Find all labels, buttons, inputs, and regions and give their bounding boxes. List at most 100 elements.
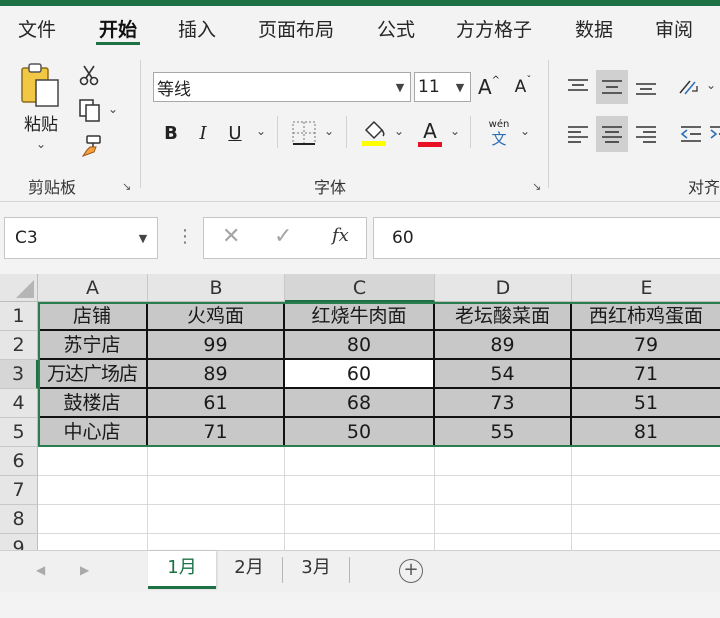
cell-d2[interactable]: 89 [435, 331, 572, 360]
column-header-b[interactable]: B [148, 274, 285, 302]
scroll-sheets-right-icon[interactable]: ▶ [80, 563, 89, 577]
formula-input[interactable]: 60 [373, 217, 720, 259]
align-bottom-button[interactable] [630, 70, 662, 104]
paste-dropdown-chevron[interactable]: ⌄ [36, 137, 46, 151]
empty-cell[interactable] [285, 447, 435, 476]
cell-d5[interactable]: 55 [435, 418, 572, 447]
tab-file[interactable]: 文件 [18, 15, 56, 42]
insert-function-icon[interactable]: fx [332, 225, 349, 246]
cell-d3[interactable]: 54 [435, 360, 572, 389]
align-middle-button[interactable] [596, 70, 628, 104]
cell-b1[interactable]: 火鸡面 [148, 302, 285, 331]
sheet-tab-1[interactable]: 1月 [148, 551, 216, 589]
row-header-8[interactable]: 8 [0, 505, 38, 534]
tab-insert[interactable]: 插入 [178, 15, 216, 42]
phonetic-guide-button[interactable]: wén 文 [484, 116, 514, 150]
align-center-button[interactable] [596, 116, 628, 152]
orientation-button[interactable] [674, 70, 704, 104]
empty-cell[interactable] [38, 534, 148, 550]
cell-d4[interactable]: 73 [435, 389, 572, 418]
cell-c2[interactable]: 80 [285, 331, 435, 360]
copy-icon[interactable] [78, 98, 102, 122]
column-header-d[interactable]: D [435, 274, 572, 302]
cell-e1[interactable]: 西红柿鸡蛋面 [572, 302, 720, 331]
row-header-5[interactable]: 5 [0, 418, 38, 447]
decrease-indent-button[interactable] [676, 116, 706, 152]
empty-cell[interactable] [285, 476, 435, 505]
sheet-tab-3[interactable]: 3月 [283, 551, 349, 589]
copy-dropdown-chevron[interactable]: ⌄ [108, 102, 118, 116]
row-header-6[interactable]: 6 [0, 447, 38, 476]
column-header-a[interactable]: A [38, 274, 148, 302]
row-header-1[interactable]: 1 [0, 302, 38, 331]
cell-e3[interactable]: 71 [572, 360, 720, 389]
cell-c4[interactable]: 68 [285, 389, 435, 418]
empty-cell[interactable] [38, 447, 148, 476]
cancel-icon[interactable]: ✕ [222, 224, 240, 249]
cell-b2[interactable]: 99 [148, 331, 285, 360]
cut-icon[interactable] [78, 64, 100, 86]
bold-button[interactable]: B [159, 118, 183, 148]
empty-cell[interactable] [38, 476, 148, 505]
add-sheet-icon[interactable]: + [399, 559, 423, 583]
empty-cell[interactable] [435, 505, 572, 534]
column-header-c[interactable]: C [285, 274, 435, 302]
borders-dropdown-chevron[interactable]: ⌄ [324, 124, 334, 138]
fill-color-icon[interactable] [360, 118, 388, 148]
select-all-corner[interactable] [0, 274, 38, 302]
column-header-e[interactable]: E [572, 274, 720, 302]
align-right-button[interactable] [630, 116, 662, 152]
sheet-tab-2[interactable]: 2月 [216, 551, 282, 589]
cell-a3[interactable]: 万达广场店 [38, 360, 148, 389]
row-header-3[interactable]: 3 [0, 360, 38, 389]
enter-check-icon[interactable]: ✓ [274, 224, 292, 249]
name-box[interactable]: C3 ▼ [4, 217, 158, 259]
align-top-button[interactable] [562, 70, 594, 104]
cell-a1[interactable]: 店铺 [38, 302, 148, 331]
orientation-dropdown-chevron[interactable]: ⌄ [706, 78, 716, 92]
tab-data[interactable]: 数据 [575, 15, 613, 42]
cell-b4[interactable]: 61 [148, 389, 285, 418]
cell-b3[interactable]: 89 [148, 360, 285, 389]
empty-cell[interactable] [435, 534, 572, 550]
row-header-2[interactable]: 2 [0, 331, 38, 360]
cell-e5[interactable]: 81 [572, 418, 720, 447]
cell-c3-active[interactable]: 60 [285, 360, 435, 389]
clipboard-dialog-launcher-icon[interactable]: ↘ [122, 180, 131, 193]
row-header-9[interactable]: 9 [0, 534, 38, 550]
phonetic-dropdown-chevron[interactable]: ⌄ [520, 124, 530, 138]
paste-button[interactable]: 粘贴 ⌄ [14, 62, 68, 154]
format-painter-icon[interactable] [78, 134, 102, 158]
empty-cell[interactable] [285, 534, 435, 550]
tab-fangfangezi[interactable]: 方方格子 [456, 15, 532, 42]
formula-bar-grip-icon[interactable]: ⋮ [176, 226, 194, 247]
cell-c5[interactable]: 50 [285, 418, 435, 447]
tab-review[interactable]: 审阅 [655, 15, 693, 42]
italic-button[interactable]: I [192, 118, 214, 148]
increase-font-size-button[interactable]: A ^ [476, 72, 502, 102]
empty-cell[interactable] [148, 447, 285, 476]
empty-cell[interactable] [148, 505, 285, 534]
font-dialog-launcher-icon[interactable]: ↘ [532, 180, 541, 193]
underline-dropdown-chevron[interactable]: ⌄ [256, 124, 266, 138]
borders-icon[interactable] [291, 120, 317, 146]
tab-formulas[interactable]: 公式 [377, 15, 415, 42]
decrease-font-size-button[interactable]: Aˇ [510, 72, 536, 102]
empty-cell[interactable] [435, 476, 572, 505]
tab-home[interactable]: 开始 [99, 15, 137, 42]
empty-cell[interactable] [572, 447, 720, 476]
font-color-dropdown-chevron[interactable]: ⌄ [450, 124, 460, 138]
row-header-4[interactable]: 4 [0, 389, 38, 418]
empty-cell[interactable] [572, 476, 720, 505]
tab-page-layout[interactable]: 页面布局 [258, 15, 334, 42]
font-color-button[interactable]: A [417, 116, 443, 150]
cell-d1[interactable]: 老坛酸菜面 [435, 302, 572, 331]
cell-b5[interactable]: 71 [148, 418, 285, 447]
empty-cell[interactable] [435, 447, 572, 476]
cell-a4[interactable]: 鼓楼店 [38, 389, 148, 418]
cell-a5[interactable]: 中心店 [38, 418, 148, 447]
cell-c1[interactable]: 红烧牛肉面 [285, 302, 435, 331]
font-name-select[interactable]: 等线 ▼ [153, 72, 411, 102]
empty-cell[interactable] [148, 476, 285, 505]
font-size-select[interactable]: 11 ▼ [414, 72, 471, 102]
